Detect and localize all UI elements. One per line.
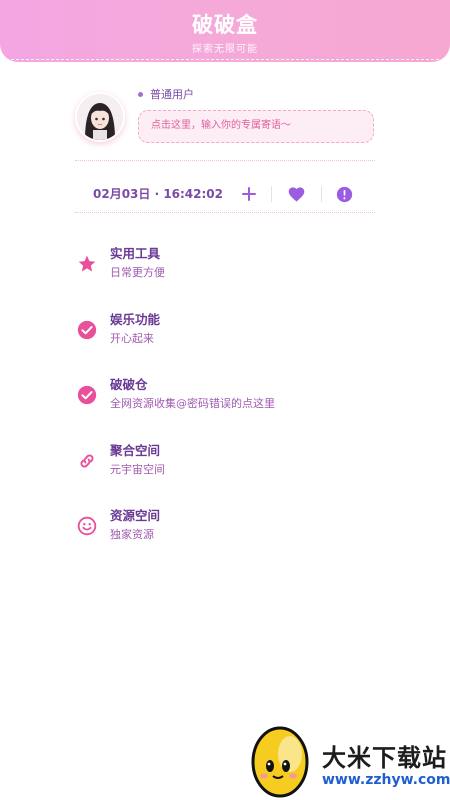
heart-icon[interactable] — [286, 184, 306, 204]
alert-circle-icon[interactable] — [334, 184, 354, 204]
menu-item-title: 资源空间 — [110, 508, 161, 523]
menu-item-entertainment[interactable]: 娱乐功能 开心起来 — [75, 309, 375, 355]
app-subtitle: 探索无限可能 — [192, 44, 258, 55]
app-title: 破破盒 — [192, 13, 258, 37]
menu-item-desc: 独家资源 — [110, 528, 154, 541]
divider — [75, 160, 375, 161]
check-circle-icon — [75, 318, 99, 342]
menu-item-popocang[interactable]: 破破仓 全网资源收集@密码错误的点这里 — [75, 374, 375, 420]
watermark: 大米下载站 www.zzhyw.com — [240, 710, 450, 800]
menu-item-title: 聚合空间 — [110, 443, 161, 458]
menu-item-desc: 元宇宙空间 — [110, 463, 165, 476]
separator — [321, 186, 322, 202]
avatar[interactable] — [75, 92, 125, 142]
menu-item-desc: 日常更方便 — [110, 266, 165, 279]
user-type-label: 普通用户 — [138, 86, 194, 102]
menu-item-aggregate-space[interactable]: 聚合空间 元宇宙空间 — [75, 440, 375, 486]
status-dot — [138, 91, 143, 97]
app-header: 破破盒 探索无限可能 — [0, 0, 450, 62]
watermark-name: 大米下载站 — [322, 744, 447, 772]
datetime-display: 02月03日 · 16:42:02 — [93, 187, 224, 201]
motto-input[interactable]: 点击这里，输入你的专属寄语～ — [138, 110, 374, 143]
user-type-text: 普通用户 — [150, 88, 194, 101]
menu-item-desc: 开心起来 — [110, 332, 154, 345]
menu-item-desc: 全网资源收集@密码错误的点这里 — [110, 397, 275, 410]
menu-item-tools[interactable]: 实用工具 日常更方便 — [75, 243, 375, 289]
divider — [75, 212, 375, 213]
separator — [271, 186, 272, 202]
menu-item-title: 破破仓 — [110, 377, 148, 392]
watermark-url: www.zzhyw.com — [322, 772, 450, 788]
star-icon — [75, 252, 99, 276]
plus-icon[interactable] — [239, 184, 259, 204]
menu-item-title: 实用工具 — [110, 246, 161, 261]
menu-item-title: 娱乐功能 — [110, 312, 161, 327]
check-circle-icon — [75, 383, 99, 407]
smile-icon — [75, 514, 99, 538]
menu-item-resource-space[interactable]: 资源空间 独家资源 — [75, 505, 375, 551]
link-icon — [75, 449, 99, 473]
watermark-logo — [246, 716, 316, 800]
